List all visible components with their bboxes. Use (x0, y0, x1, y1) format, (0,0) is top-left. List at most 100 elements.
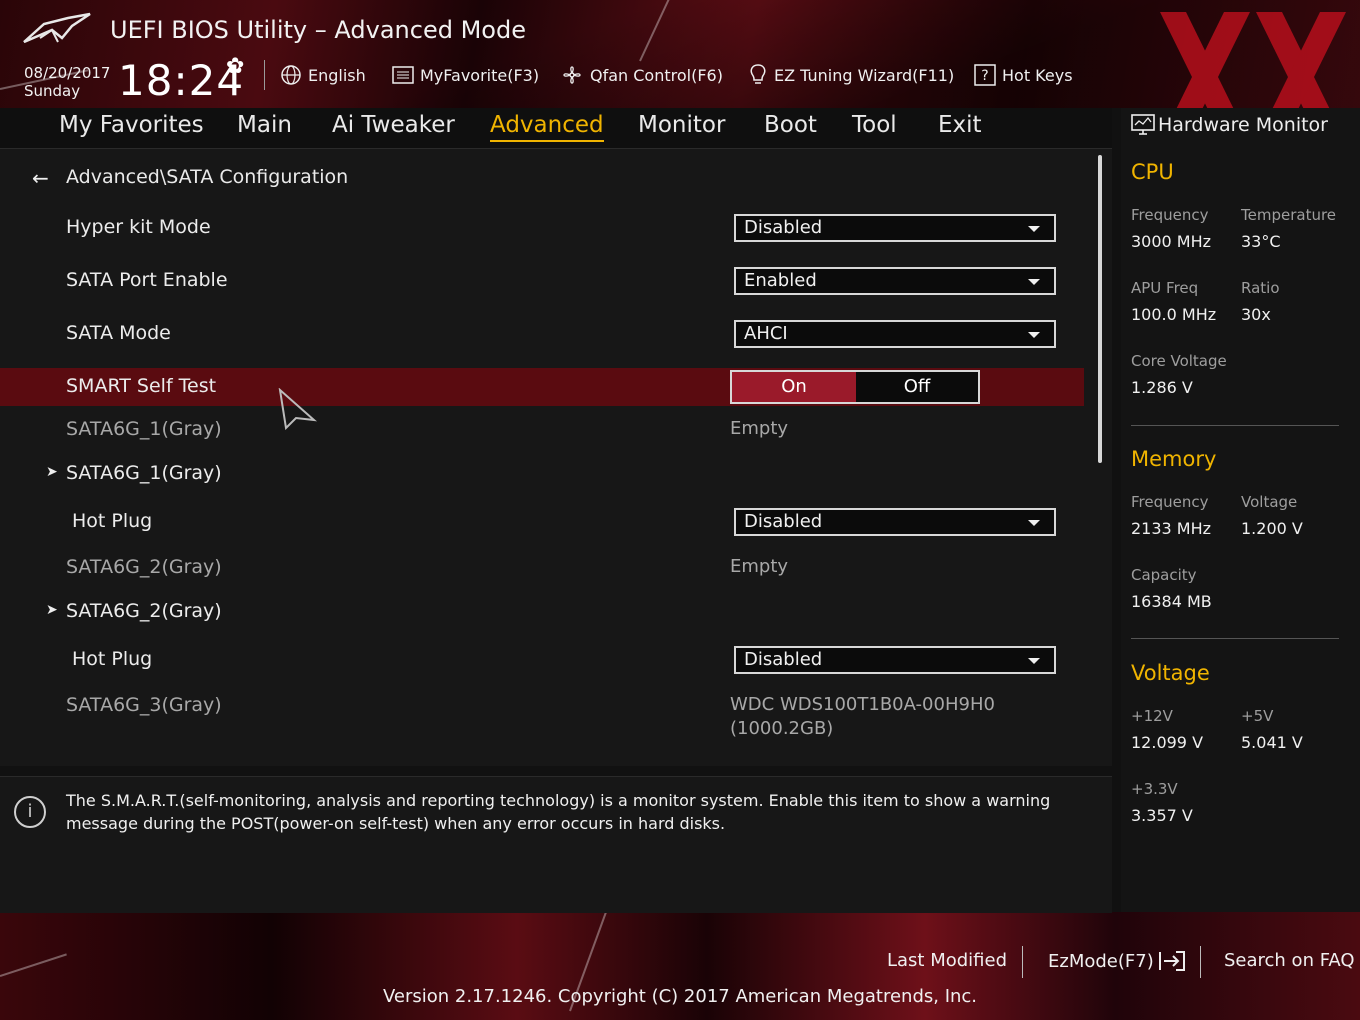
tab-my-favorites[interactable]: My Favorites (59, 112, 204, 138)
v5-value: 5.041 V (1241, 733, 1303, 752)
ez-tuning-button[interactable]: EZ Tuning Wizard(F11) (748, 63, 954, 87)
dropdown-arrow-icon (1028, 279, 1040, 285)
lightbulb-icon (750, 64, 766, 84)
day-text: Sunday (24, 82, 81, 100)
list-icon (392, 66, 414, 84)
tab-tool[interactable]: Tool (852, 112, 897, 138)
ezmode-label: EzMode(F7) (1048, 950, 1154, 972)
dropdown-arrow-icon (1028, 226, 1040, 232)
ez-tuning-label: EZ Tuning Wizard(F11) (774, 65, 955, 85)
myfavorite-button[interactable]: MyFavorite(F3) (392, 63, 539, 87)
footer-divider (1200, 946, 1201, 978)
tab-ai-tweaker[interactable]: Ai Tweaker (332, 112, 455, 138)
fan-icon (563, 66, 581, 84)
hyper-kit-select[interactable]: Disabled (734, 214, 1056, 242)
apu-freq-value: 100.0 MHz (1131, 305, 1217, 324)
dropdown-arrow-icon (1028, 658, 1040, 664)
memory-frequency-label: Frequency (1131, 493, 1209, 511)
memory-capacity-label: Capacity (1131, 566, 1197, 584)
hyper-kit-value: Disabled (744, 217, 823, 238)
ezmode-button[interactable]: EzMode(F7) (1048, 950, 1186, 972)
scrollbar[interactable] (1098, 155, 1102, 463)
memory-heading: Memory (1131, 447, 1217, 471)
header-divider (264, 60, 265, 90)
breadcrumb: Advanced\SATA Configuration (66, 166, 349, 188)
divider (1131, 425, 1339, 426)
cpu-frequency-value: 3000 MHz (1131, 232, 1212, 251)
sata6g-2-submenu[interactable]: SATA6G_2(Gray) (66, 600, 222, 622)
help-text: The S.M.A.R.T.(self-monitoring, analysis… (66, 791, 1051, 833)
cpu-temperature-value: 33°C (1241, 232, 1281, 251)
sata-port-enable-label: SATA Port Enable (66, 269, 228, 291)
sata6g-3-info-label: SATA6G_3(Gray) (66, 694, 222, 716)
hardware-monitor-title: Hardware Monitor (1158, 114, 1328, 136)
svg-text:?: ? (981, 68, 988, 84)
tab-main[interactable]: Main (237, 112, 292, 138)
sata-mode-value: AHCI (744, 323, 788, 344)
ratio-label: Ratio (1241, 279, 1280, 297)
divider (1131, 638, 1339, 639)
v12-label: +12V (1131, 707, 1173, 725)
cpu-heading: CPU (1131, 160, 1174, 184)
v5-label: +5V (1241, 707, 1274, 725)
tab-monitor[interactable]: Monitor (638, 112, 725, 138)
language-button[interactable]: English (280, 63, 366, 87)
memory-voltage-label: Voltage (1241, 493, 1298, 511)
qfan-control-button[interactable]: Qfan Control(F6) (560, 63, 723, 87)
memory-capacity-value: 16384 MB (1131, 592, 1212, 611)
sata-mode-select[interactable]: AHCI (734, 320, 1056, 348)
hot-keys-label: Hot Keys (1002, 65, 1073, 85)
hot-plug-2-label: Hot Plug (72, 648, 153, 670)
gear-icon[interactable]: ✿ (226, 54, 244, 79)
back-arrow-icon[interactable]: ← (32, 166, 49, 190)
tab-advanced[interactable]: Advanced (490, 112, 604, 142)
hot-plug-2-select[interactable]: Disabled (734, 646, 1056, 674)
v33-value: 3.357 V (1131, 806, 1193, 825)
sata-mode-label: SATA Mode (66, 322, 171, 344)
ratio-value: 30x (1241, 305, 1271, 324)
date-text: 08/20/2017 (24, 64, 111, 82)
date-display: 08/20/2017 Sunday (24, 64, 110, 100)
last-modified-button[interactable]: Last Modified (887, 950, 1007, 971)
v33-label: +3.3V (1131, 780, 1178, 798)
sata6g-3-info-value: WDC WDS100T1B0A-00H9H0 (1000.2GB) (730, 693, 995, 741)
app-title: UEFI BIOS Utility – Advanced Mode (110, 16, 526, 44)
mouse-cursor-icon (278, 388, 318, 430)
v12-value: 12.099 V (1131, 733, 1204, 752)
footer-divider (1022, 946, 1023, 978)
sata6g-2-info-label: SATA6G_2(Gray) (66, 556, 222, 578)
search-faq-button[interactable]: Search on FAQ (1224, 950, 1355, 971)
memory-frequency-value: 2133 MHz (1131, 519, 1212, 538)
tab-exit[interactable]: Exit (938, 112, 982, 138)
toggle-on-option[interactable]: On (732, 372, 856, 402)
hot-plug-2-value: Disabled (744, 649, 823, 670)
question-icon: ? (974, 64, 996, 86)
voltage-heading: Voltage (1131, 661, 1210, 685)
myfavorite-label: MyFavorite(F3) (420, 65, 540, 85)
hot-keys-button[interactable]: ? Hot Keys (974, 63, 1073, 87)
info-icon: i (14, 796, 46, 828)
sata6g-1-submenu[interactable]: SATA6G_1(Gray) (66, 462, 222, 484)
toggle-off-option[interactable]: Off (856, 372, 978, 402)
memory-voltage-value: 1.200 V (1241, 519, 1303, 538)
cpu-temperature-label: Temperature (1241, 206, 1337, 224)
hyper-kit-label: Hyper kit Mode (66, 216, 211, 238)
version-text: Version 2.17.1246. Copyright (C) 2017 Am… (382, 986, 978, 1007)
dropdown-arrow-icon (1028, 332, 1040, 338)
rog-logo-icon (23, 12, 91, 44)
exit-arrow-icon (1158, 951, 1185, 971)
monitor-icon (1131, 114, 1155, 135)
tab-boot[interactable]: Boot (764, 112, 817, 138)
apu-freq-label: APU Freq (1131, 279, 1199, 297)
hot-plug-1-select[interactable]: Disabled (734, 508, 1056, 536)
sata6g-2-info-value: Empty (730, 556, 789, 577)
qfan-label: Qfan Control(F6) (590, 65, 723, 85)
smart-self-test-toggle[interactable]: On Off (730, 370, 980, 404)
sata6g-3-drive-name: WDC WDS100T1B0A-00H9H0 (730, 694, 995, 715)
expand-arrow-icon: ➤ (46, 464, 58, 480)
sata-port-enable-value: Enabled (744, 270, 817, 291)
core-voltage-value: 1.286 V (1131, 378, 1193, 397)
language-label: English (308, 65, 366, 85)
hot-plug-1-label: Hot Plug (72, 510, 153, 532)
sata-port-enable-select[interactable]: Enabled (734, 267, 1056, 295)
